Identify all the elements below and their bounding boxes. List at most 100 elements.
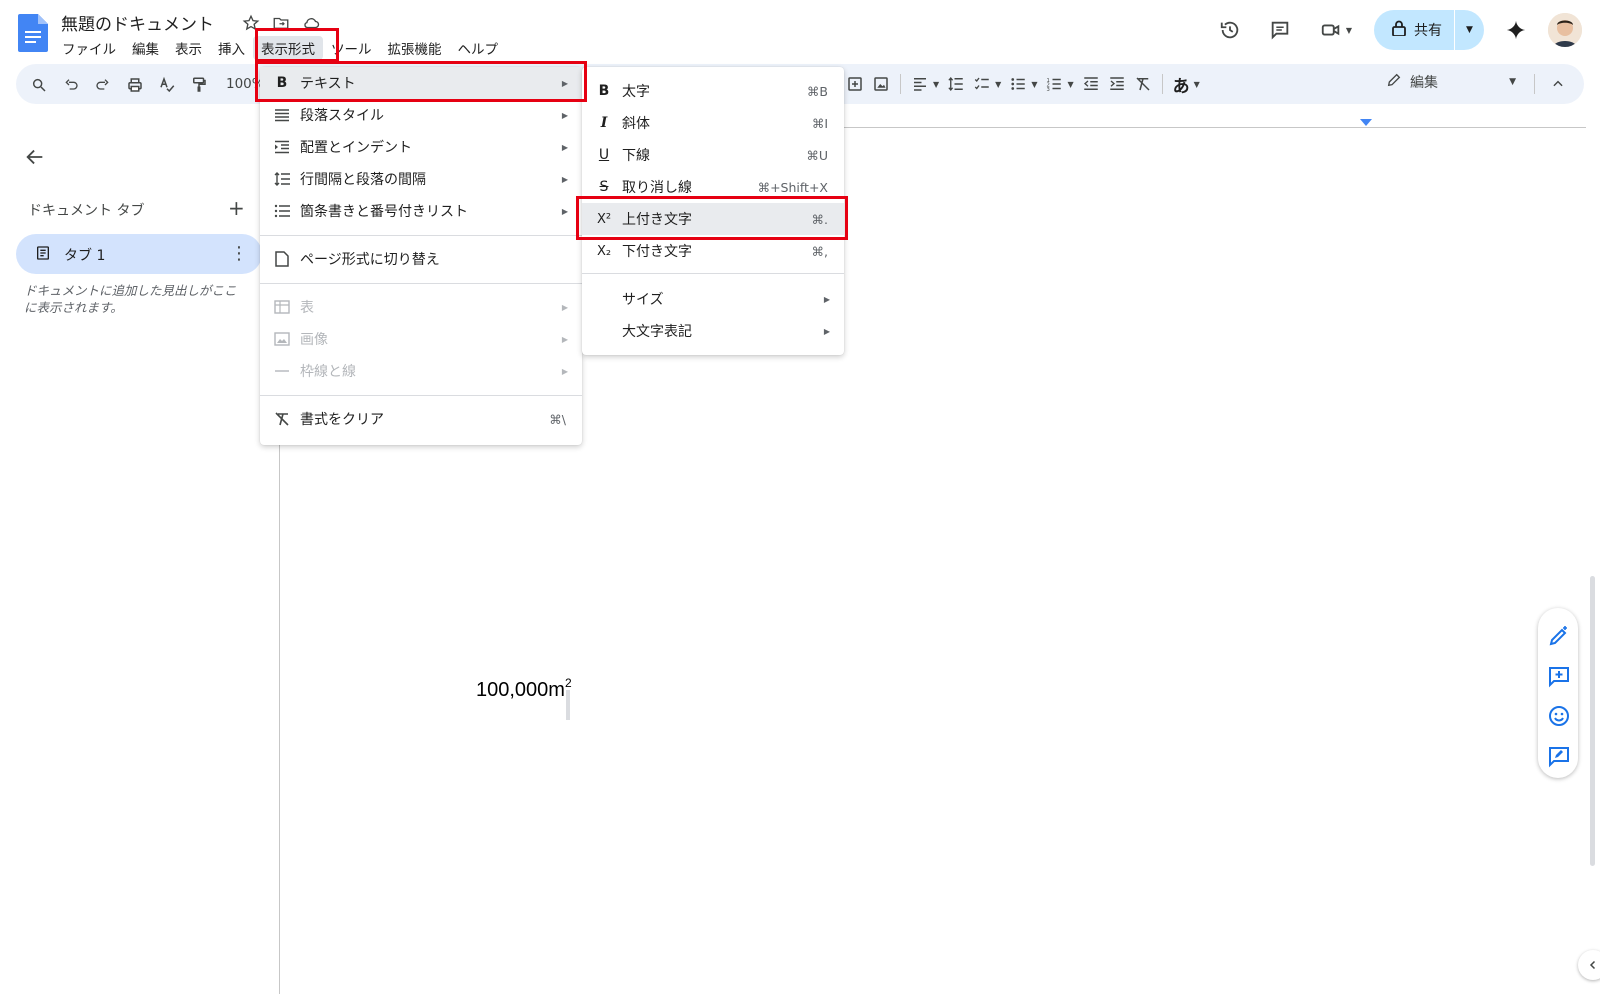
border-icon — [274, 363, 290, 379]
bold-icon: B — [598, 83, 610, 99]
outline-placeholder: ドキュメントに追加した見出しがここに表示されます。 — [24, 283, 237, 315]
submenu-item-italic[interactable]: I 斜体 ⌘I — [582, 107, 844, 139]
suggest-edits-icon[interactable] — [1547, 744, 1571, 768]
chevron-left-icon[interactable] — [1578, 950, 1600, 980]
menu-item-clear-formatting[interactable]: 書式をクリア ⌘\ — [260, 403, 582, 435]
ruler-indent-marker[interactable] — [1360, 119, 1372, 126]
submenu-arrow-icon: ▶ — [823, 326, 830, 336]
submenu-item-size[interactable]: サイズ ▶ — [582, 283, 844, 315]
italic-icon: I — [600, 115, 608, 131]
add-comment-icon[interactable] — [1547, 664, 1571, 688]
decrease-indent-icon[interactable] — [1082, 73, 1100, 95]
svg-text:3: 3 — [1047, 87, 1050, 93]
menu-divider — [582, 273, 844, 274]
share-dropdown-icon[interactable]: ▼ — [1454, 10, 1484, 50]
menu-item-paragraph-style[interactable]: 段落スタイル ▶ — [260, 99, 582, 131]
submenu-arrow-icon: ▶ — [561, 174, 568, 184]
menu-help[interactable]: ヘルプ — [450, 36, 507, 60]
submenu-item-bold[interactable]: B 太字 ⌘B — [582, 75, 844, 107]
toolbar-divider — [1161, 74, 1163, 94]
scrollbar[interactable] — [1590, 576, 1595, 866]
bulleted-list-icon[interactable] — [1009, 73, 1027, 95]
editing-mode-select[interactable]: 編集 ▼ — [1386, 72, 1516, 92]
gemini-icon[interactable] — [1498, 12, 1534, 48]
collapse-toolbar-icon[interactable] — [1546, 72, 1570, 96]
submenu-arrow-icon: ▶ — [561, 110, 568, 120]
table-icon — [274, 299, 290, 315]
menu-item-borders: 枠線と線 ▶ — [260, 355, 582, 387]
menu-item-line-spacing[interactable]: 行間隔と段落の間隔 ▶ — [260, 163, 582, 195]
shortcut-label: ⌘\ — [549, 411, 566, 427]
submenu-arrow-icon: ▶ — [561, 206, 568, 216]
menu-edit[interactable]: 編集 — [124, 36, 167, 60]
comments-icon[interactable] — [1262, 12, 1298, 48]
align-dropdown-icon[interactable]: ▼ — [933, 73, 939, 95]
add-tab-icon[interactable]: + — [228, 196, 245, 220]
input-tools-button[interactable]: あ — [1173, 73, 1190, 97]
redo-icon[interactable] — [92, 74, 114, 96]
meet-icon[interactable]: ▼ — [1312, 12, 1360, 48]
undo-icon[interactable] — [60, 74, 82, 96]
clear-format-icon — [274, 411, 290, 427]
help-me-write-icon[interactable] — [1547, 624, 1571, 648]
strikethrough-icon: S — [599, 179, 609, 195]
document-tabs-header: ドキュメント タブ — [28, 203, 145, 219]
numbered-dropdown-icon[interactable]: ▼ — [1067, 73, 1073, 95]
menu-item-switch-page-format[interactable]: ページ形式に切り替え — [260, 243, 582, 275]
menu-item-lists[interactable]: 箇条書きと番号付きリスト ▶ — [260, 195, 582, 227]
back-arrow-icon[interactable] — [24, 146, 48, 170]
docs-logo-icon[interactable] — [18, 14, 48, 52]
line-spacing-icon — [274, 171, 290, 187]
menu-item-align-indent[interactable]: 配置とインデント ▶ — [260, 131, 582, 163]
input-tools-dropdown-icon[interactable]: ▼ — [1194, 73, 1200, 95]
menu-divider — [260, 395, 582, 396]
submenu-arrow-icon: ▶ — [561, 334, 568, 344]
checklist-dropdown-icon[interactable]: ▼ — [995, 73, 1001, 95]
menu-item-table: 表 ▶ — [260, 291, 582, 323]
avatar[interactable] — [1548, 13, 1582, 47]
align-left-icon[interactable] — [911, 73, 929, 95]
menu-view[interactable]: 表示 — [167, 36, 210, 60]
menu-insert[interactable]: 挿入 — [210, 36, 253, 60]
menu-item-image: 画像 ▶ — [260, 323, 582, 355]
increase-indent-icon[interactable] — [1108, 73, 1126, 95]
submenu-item-underline[interactable]: U 下線 ⌘U — [582, 139, 844, 171]
paint-format-icon[interactable] — [188, 74, 210, 96]
insert-image-icon[interactable] — [872, 73, 890, 95]
highlight-box-superscript-item — [576, 196, 848, 240]
version-history-icon[interactable] — [1212, 12, 1248, 48]
sidebar-item-label: タブ 1 — [64, 248, 106, 264]
submenu-arrow-icon: ▶ — [561, 366, 568, 376]
toolbar-divider — [900, 74, 901, 94]
insert-comment-icon[interactable] — [846, 73, 864, 95]
share-button[interactable]: 共有 ▼ — [1374, 10, 1484, 50]
submenu-item-capitalization[interactable]: 大文字表記 ▶ — [582, 315, 844, 347]
search-menus-icon[interactable] — [28, 74, 50, 96]
submenu-arrow-icon: ▶ — [561, 142, 568, 152]
numbered-list-icon[interactable]: 123 — [1045, 73, 1063, 95]
print-icon[interactable] — [124, 74, 146, 96]
submenu-arrow-icon: ▶ — [561, 302, 568, 312]
emoji-reaction-icon[interactable] — [1547, 704, 1571, 728]
more-vert-icon[interactable]: ⋮ — [230, 243, 248, 264]
document-title[interactable]: 無題のドキュメント — [61, 10, 214, 35]
menu-extensions[interactable]: 拡張機能 — [380, 36, 450, 60]
submenu-arrow-icon: ▶ — [823, 294, 830, 304]
superscript-text: 2 — [564, 676, 572, 690]
highlight-box-format-menu — [255, 28, 339, 62]
chevron-down-icon: ▼ — [1509, 77, 1516, 87]
clear-formatting-icon[interactable] — [1134, 73, 1152, 95]
body-text: 100,000m — [476, 679, 565, 701]
bullet-dropdown-icon[interactable]: ▼ — [1031, 73, 1037, 95]
share-label: 共有 — [1414, 23, 1442, 39]
underline-icon: U — [598, 147, 610, 163]
line-spacing-icon[interactable] — [947, 73, 965, 95]
document-body-text[interactable]: 100,000m2 — [476, 676, 572, 702]
format-menu: B テキスト ▶ 段落スタイル ▶ 配置とインデント ▶ 行間隔と段落の間隔 ▶… — [260, 67, 582, 445]
menu-file[interactable]: ファイル — [54, 36, 124, 60]
pencil-icon — [1386, 72, 1402, 92]
checklist-icon[interactable] — [973, 73, 991, 95]
document-tab-icon — [35, 245, 53, 263]
spellcheck-icon[interactable] — [156, 74, 178, 96]
editing-mode-label: 編集 — [1410, 75, 1438, 91]
